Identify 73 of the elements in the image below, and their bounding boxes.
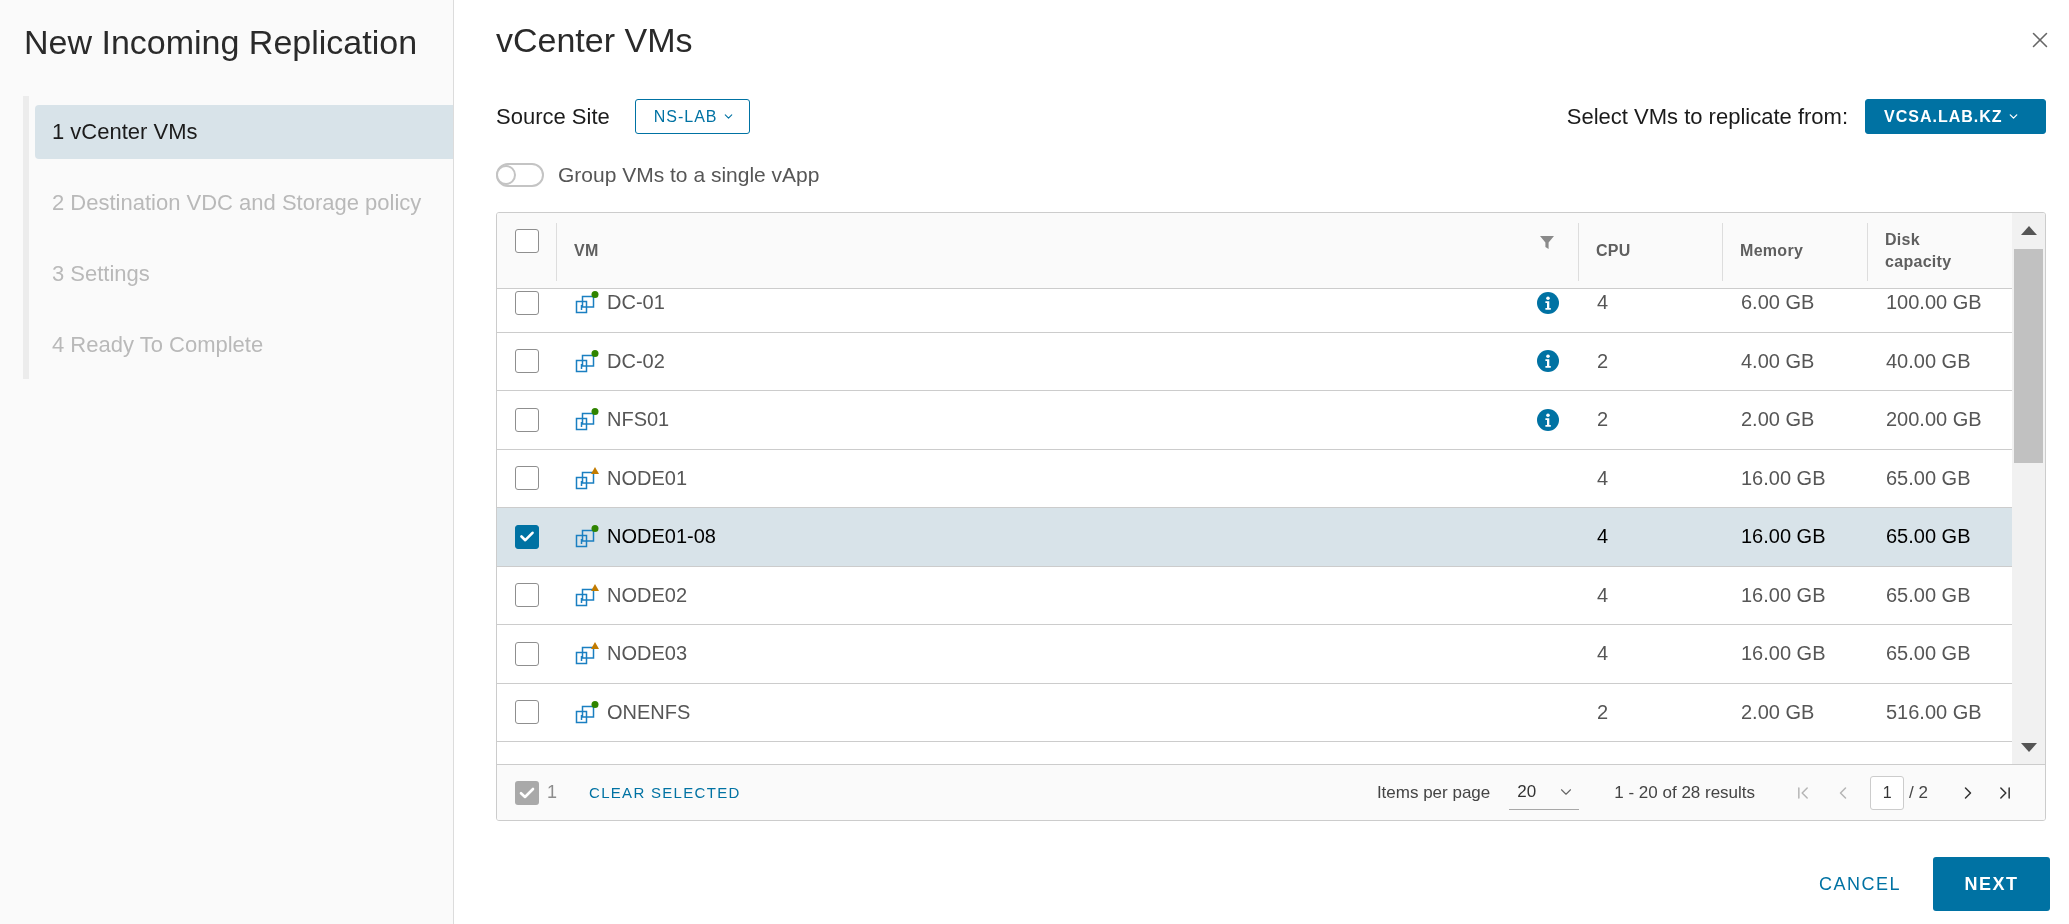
- page-input[interactable]: 1: [1870, 775, 1905, 810]
- column-header: VM: [574, 240, 599, 261]
- info-icon[interactable]: [1537, 408, 1559, 431]
- cpu-cell: 4: [1597, 642, 1609, 666]
- memory-cell: 16.00 GB: [1741, 525, 1826, 549]
- vm-name: NODE01-08: [607, 525, 716, 549]
- column-header: CPU: [1596, 240, 1631, 261]
- row-checkbox[interactable]: [514, 466, 539, 491]
- scroll-down-icon[interactable]: [2020, 743, 2037, 752]
- column-header: Memory: [1740, 240, 1804, 261]
- page-total: / 2: [1909, 782, 1928, 803]
- selected-check-icon: [515, 780, 539, 805]
- clear-selected-link[interactable]: CLEAR SELECTED: [589, 784, 741, 801]
- row-checkbox[interactable]: [514, 407, 539, 432]
- disk-cell: 65.00 GB: [1886, 466, 1971, 490]
- scroll-thumb[interactable]: [2014, 249, 2043, 463]
- next-button[interactable]: NEXT: [1933, 857, 2050, 911]
- toggle-label: Group VMs to a single vApp: [558, 163, 820, 187]
- info-icon[interactable]: [1537, 291, 1559, 314]
- memory-cell: 2.00 GB: [1741, 700, 1815, 724]
- row-checkbox[interactable]: [514, 700, 539, 725]
- page-size-select[interactable]: 20: [1509, 775, 1580, 810]
- memory-cell: 16.00 GB: [1741, 466, 1826, 490]
- cancel-button[interactable]: CANCEL: [1802, 857, 1917, 911]
- scroll-up-icon[interactable]: [2020, 226, 2037, 235]
- disk-cell: 40.00 GB: [1886, 349, 1971, 373]
- results-range: 1 - 20 of 28 results: [1614, 782, 1756, 803]
- toggle-switch[interactable]: [496, 163, 544, 187]
- cpu-cell: 2: [1597, 349, 1609, 373]
- memory-cell: 16.00 GB: [1741, 642, 1826, 666]
- disk-cell: 100.00 GB: [1886, 291, 1982, 315]
- cpu-cell: 2: [1597, 700, 1609, 724]
- vm-name: NODE02: [607, 583, 688, 607]
- cpu-cell: 4: [1597, 525, 1609, 549]
- memory-cell: 6.00 GB: [1741, 291, 1815, 315]
- info-icon[interactable]: [1537, 350, 1559, 373]
- row-checkbox[interactable]: [514, 290, 539, 315]
- selected-count: 1: [547, 782, 557, 803]
- selected-row[interactable]: NODE01-08 4 16.00 GB 65.00 GB: [497, 508, 2012, 567]
- row-checkbox[interactable]: [514, 583, 539, 608]
- cpu-cell: 4: [1597, 466, 1609, 490]
- vm-name: NFS01: [607, 408, 670, 432]
- cpu-cell: 4: [1597, 291, 1609, 315]
- disk-cell: 65.00 GB: [1886, 642, 1971, 666]
- vm-name: DC-02: [607, 349, 665, 373]
- memory-cell: 16.00 GB: [1741, 583, 1826, 607]
- row-checkbox[interactable]: [514, 524, 539, 549]
- disk-cell: 65.00 GB: [1886, 525, 1971, 549]
- memory-cell: 2.00 GB: [1741, 408, 1815, 432]
- vm-name: DC-01: [607, 291, 665, 315]
- items-per-page-label: Items per page: [1376, 782, 1491, 803]
- page-title: vCenter VMs: [496, 20, 693, 60]
- vcenter-dropdown[interactable]: VCSA.LAB.KZ: [1865, 99, 2046, 134]
- vm-name: NODE01: [607, 466, 688, 490]
- wizard-title: New Incoming Replication: [23, 22, 419, 62]
- vm-name: NODE03: [607, 642, 688, 666]
- row-checkbox[interactable]: [514, 349, 539, 374]
- disk-cell: 200.00 GB: [1886, 408, 1982, 432]
- site-dropdown[interactable]: NS-LAB: [634, 99, 750, 134]
- cpu-cell: 2: [1597, 408, 1609, 432]
- source-site-label: Source Site: [496, 103, 610, 130]
- vm-name: ONENFS: [607, 700, 691, 724]
- check-icon: [519, 531, 534, 543]
- filter-icon[interactable]: [1540, 236, 1554, 250]
- column-header: Disk capacity: [1885, 229, 1953, 272]
- disk-cell: 516.00 GB: [1886, 700, 1982, 724]
- step-item[interactable]: 1 vCenter VMs: [35, 105, 453, 159]
- row-checkbox[interactable]: [514, 641, 539, 666]
- disk-cell: 65.00 GB: [1886, 583, 1971, 607]
- memory-cell: 4.00 GB: [1741, 349, 1815, 373]
- select-all-checkbox[interactable]: [514, 229, 539, 253]
- cpu-cell: 4: [1597, 583, 1609, 607]
- replicate-from-label: Select VMs to replicate from:: [1566, 103, 1848, 130]
